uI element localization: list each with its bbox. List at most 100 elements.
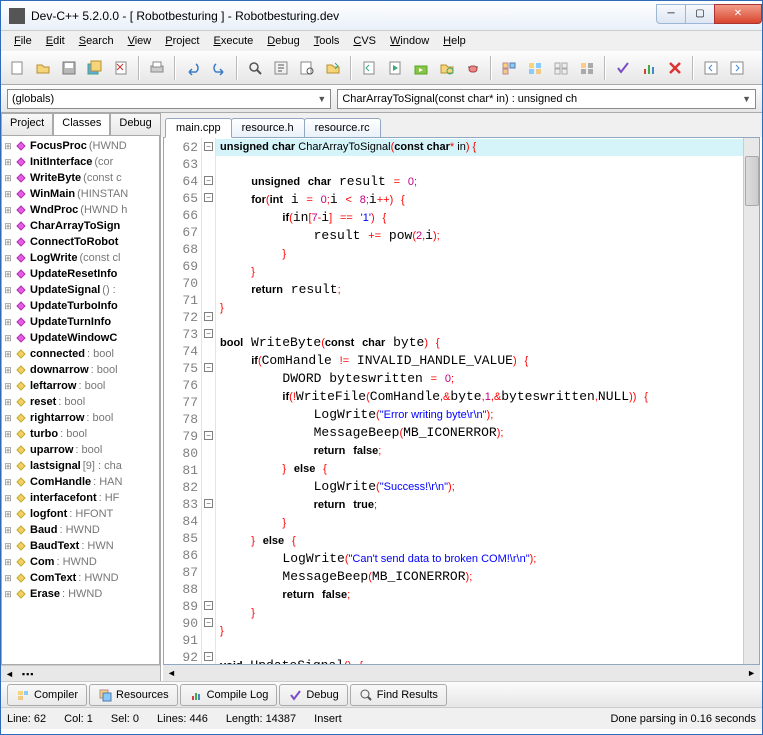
tree-item[interactable]: ⊞ConnectToRobot — [2, 234, 159, 250]
print-button[interactable] — [145, 56, 169, 80]
menu-debug[interactable]: Debug — [260, 33, 306, 49]
file-tab[interactable]: resource.h — [231, 118, 305, 137]
status-col: Col: 1 — [64, 713, 93, 725]
menu-view[interactable]: View — [121, 33, 159, 49]
bottom-tab-compile-log[interactable]: Compile Log — [180, 684, 278, 706]
tree-item[interactable]: ⊞leftarrow : bool — [2, 378, 159, 394]
minimize-button[interactable]: ─ — [656, 4, 686, 24]
left-tab-classes[interactable]: Classes — [53, 113, 110, 135]
bottom-tab-find-results[interactable]: Find Results — [350, 684, 447, 706]
open-button[interactable] — [31, 56, 55, 80]
tree-item[interactable]: ⊞interfacefont : HF — [2, 490, 159, 506]
tree-item[interactable]: ⊞UpdateTurnInfo — [2, 314, 159, 330]
run-button[interactable] — [383, 56, 407, 80]
removefile-button[interactable] — [549, 56, 573, 80]
dropdown-icon: ▼ — [317, 94, 326, 104]
line-gutter: 6263646566676869707172737475767778798081… — [164, 138, 202, 664]
menu-edit[interactable]: Edit — [39, 33, 72, 49]
menu-cvs[interactable]: CVS — [346, 33, 383, 49]
left-tab-project[interactable]: Project — [1, 113, 53, 135]
tree-item[interactable]: ⊞UpdateWindowC — [2, 330, 159, 346]
tree-item[interactable]: ⊞logfont : HFONT — [2, 506, 159, 522]
close-file-button[interactable] — [109, 56, 133, 80]
tree-item[interactable]: ⊞CharArrayToSign — [2, 218, 159, 234]
tree-item[interactable]: ⊞WndProc (HWND h — [2, 202, 159, 218]
tree-item[interactable]: ⊞ComText : HWND — [2, 570, 159, 586]
compilerun-button[interactable] — [409, 56, 433, 80]
newproj-button[interactable] — [497, 56, 521, 80]
dropdown-icon: ▼ — [742, 94, 751, 104]
tree-item[interactable]: ⊞uparrow : bool — [2, 442, 159, 458]
function-combo[interactable]: CharArrayToSignal(const char* in) : unsi… — [337, 89, 756, 109]
window-controls: ─ ▢ ✕ — [657, 4, 762, 26]
tree-item[interactable]: ⊞UpdateResetInfo — [2, 266, 159, 282]
tree-item[interactable]: ⊞rightarrow : bool — [2, 410, 159, 426]
menubar: FileEditSearchViewProjectExecuteDebugToo… — [1, 31, 762, 51]
check-button[interactable] — [611, 56, 635, 80]
file-tab[interactable]: resource.rc — [304, 118, 381, 137]
addfile-button[interactable] — [523, 56, 547, 80]
tree-item[interactable]: ⊞downarrow : bool — [2, 362, 159, 378]
tree-item[interactable]: ⊞InitInterface (cor — [2, 154, 159, 170]
replace-button[interactable] — [269, 56, 293, 80]
tree-item[interactable]: ⊞WriteByte (const c — [2, 170, 159, 186]
findfiles-button[interactable] — [295, 56, 319, 80]
tree-item[interactable]: ⊞connected : bool — [2, 346, 159, 362]
file-tab[interactable]: main.cpp — [165, 118, 232, 138]
menu-tools[interactable]: Tools — [307, 33, 347, 49]
tree-item[interactable]: ⊞UpdateTurboInfo — [2, 298, 159, 314]
menu-window[interactable]: Window — [383, 33, 436, 49]
menu-execute[interactable]: Execute — [207, 33, 261, 49]
new-button[interactable] — [5, 56, 29, 80]
left-scrollbar[interactable]: ◄▪▪▪ — [1, 665, 160, 681]
tree-item[interactable]: ⊞WinMain (HINSTAN — [2, 186, 159, 202]
scope-combo-text: (globals) — [12, 93, 54, 105]
rebuild-button[interactable] — [435, 56, 459, 80]
bottom-tab-resources[interactable]: Resources — [89, 684, 178, 706]
menu-project[interactable]: Project — [158, 33, 206, 49]
tree-item[interactable]: ⊞lastsignal [9] : cha — [2, 458, 159, 474]
projprops-button[interactable] — [575, 56, 599, 80]
undo-button[interactable] — [181, 56, 205, 80]
tree-item[interactable]: ⊞FocusProc (HWND — [2, 138, 159, 154]
tree-item[interactable]: ⊞Com : HWND — [2, 554, 159, 570]
goto-button[interactable] — [321, 56, 345, 80]
vertical-scrollbar[interactable] — [743, 138, 759, 664]
bottom-tab-debug[interactable]: Debug — [279, 684, 347, 706]
tree-item[interactable]: ⊞reset : bool — [2, 394, 159, 410]
back-button[interactable] — [699, 56, 723, 80]
find-button[interactable] — [243, 56, 267, 80]
bottom-tab-compiler[interactable]: Compiler — [7, 684, 87, 706]
titlebar: Dev-C++ 5.2.0.0 - [ Robotbesturing ] - R… — [1, 1, 762, 31]
redo-button[interactable] — [207, 56, 231, 80]
horizontal-scrollbar[interactable]: ◄► — [163, 665, 760, 681]
tree-item[interactable]: ⊞LogWrite (const cl — [2, 250, 159, 266]
compile-button[interactable] — [357, 56, 381, 80]
window-title: Dev-C++ 5.2.0.0 - [ Robotbesturing ] - R… — [31, 9, 657, 23]
tree-item[interactable]: ⊞Erase : HWND — [2, 586, 159, 602]
tree-item[interactable]: ⊞turbo : bool — [2, 426, 159, 442]
class-tree[interactable]: ⊞FocusProc (HWND⊞InitInterface (cor⊞Writ… — [1, 135, 160, 665]
menu-help[interactable]: Help — [436, 33, 473, 49]
menu-search[interactable]: Search — [72, 33, 121, 49]
delete-button[interactable] — [663, 56, 687, 80]
code-area[interactable]: unsigned char CharArrayToSignal(const ch… — [216, 138, 743, 664]
forward-button[interactable] — [725, 56, 749, 80]
tree-item[interactable]: ⊞UpdateSignal () : — [2, 282, 159, 298]
debug-button[interactable] — [461, 56, 485, 80]
fold-gutter[interactable]: −−−−−−−−−−− — [202, 138, 216, 664]
file-tabs: main.cppresource.hresource.rc — [161, 113, 762, 137]
menu-file[interactable]: File — [7, 33, 39, 49]
tree-item[interactable]: ⊞BaudText : HWN — [2, 538, 159, 554]
tree-item[interactable]: ⊞Baud : HWND — [2, 522, 159, 538]
save-button[interactable] — [57, 56, 81, 80]
profile-button[interactable] — [637, 56, 661, 80]
close-button[interactable]: ✕ — [714, 4, 762, 24]
maximize-button[interactable]: ▢ — [685, 4, 715, 24]
left-tab-debug[interactable]: Debug — [110, 113, 160, 135]
scope-combo[interactable]: (globals) ▼ — [7, 89, 331, 109]
code-editor[interactable]: 6263646566676869707172737475767778798081… — [163, 137, 760, 665]
tree-item[interactable]: ⊞ComHandle : HAN — [2, 474, 159, 490]
saveall-button[interactable] — [83, 56, 107, 80]
combo-row: (globals) ▼ CharArrayToSignal(const char*… — [1, 85, 762, 113]
